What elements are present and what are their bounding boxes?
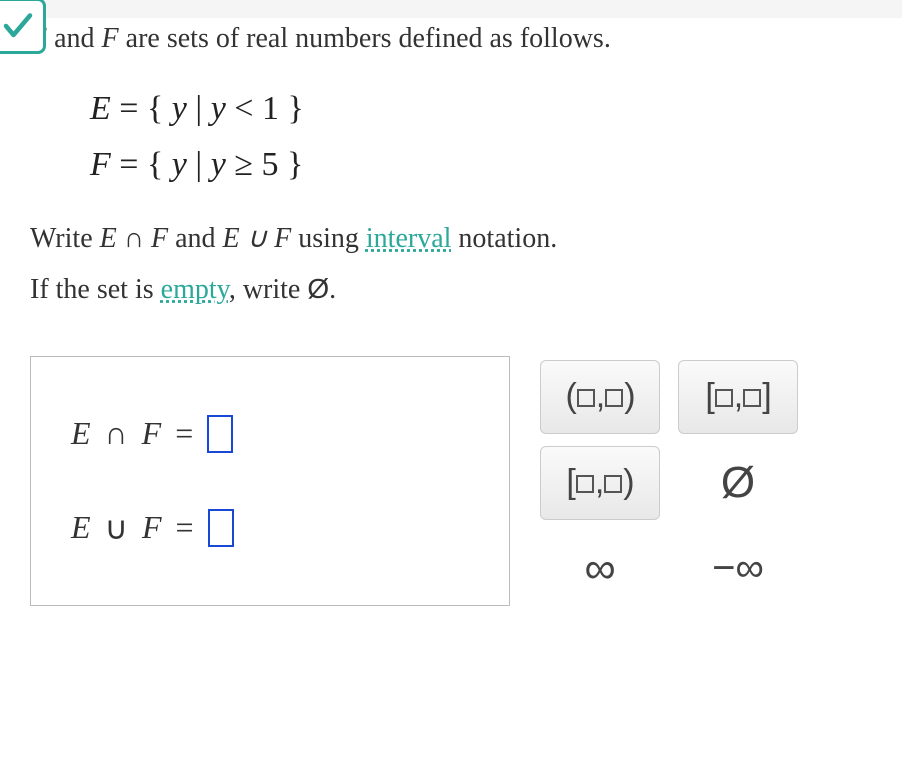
palette-open-open-interval[interactable]: (,) xyxy=(540,360,660,434)
problem-intro: E and F are sets of real numbers defined… xyxy=(30,18,872,60)
check-mark-badge xyxy=(0,0,46,54)
palette-infinity[interactable]: ∞ xyxy=(540,532,660,606)
instr-empty-suffix: , write xyxy=(229,274,308,305)
ans1-E: E xyxy=(71,415,91,452)
set-E-definition: E = { y | y < 1 } xyxy=(90,90,872,128)
instr-and: and xyxy=(168,223,222,254)
instr-period: . xyxy=(329,274,336,305)
expr-intersection: E ∩ F xyxy=(100,223,168,254)
answer-input-intersection[interactable] xyxy=(207,415,233,453)
instr-write: Write xyxy=(30,223,100,254)
answer-box: E ∩ F = E ∪ F = xyxy=(30,356,510,606)
ans2-E: E xyxy=(71,509,91,546)
set-F-definition: F = { y | y ≥ 5 } xyxy=(90,146,872,184)
answer-input-union[interactable] xyxy=(208,509,234,547)
answer-row-intersection: E ∩ F = xyxy=(71,415,469,453)
tool-palette: (,) [,] [,) Ø ∞ −∞ xyxy=(540,356,798,606)
ans1-eq: = xyxy=(175,415,193,452)
instr-notation: notation. xyxy=(451,223,557,254)
instr-using: using xyxy=(291,223,366,254)
ans2-eq: = xyxy=(176,509,194,546)
intro-prefix: and xyxy=(47,23,101,54)
palette-closed-closed-interval[interactable]: [,] xyxy=(678,360,798,434)
ans1-op: ∩ xyxy=(105,415,128,452)
var-F: F xyxy=(102,23,119,54)
answer-row-union: E ∪ F = xyxy=(71,509,469,547)
instr-empty-prefix: If the set is xyxy=(30,274,161,305)
expr-union: E ∪ F xyxy=(223,223,292,254)
palette-closed-open-interval[interactable]: [,) xyxy=(540,446,660,520)
link-interval[interactable]: interval xyxy=(366,223,452,254)
ans2-F: F xyxy=(142,509,162,546)
palette-emptyset[interactable]: Ø xyxy=(678,446,798,520)
instruction-line-1: Write E ∩ F and E ∪ F using interval not… xyxy=(30,214,872,264)
palette-neg-infinity[interactable]: −∞ xyxy=(678,532,798,606)
set-definitions: E = { y | y < 1 } F = { y | y ≥ 5 } xyxy=(90,90,872,184)
ans1-F: F xyxy=(142,415,162,452)
emptyset-symbol: Ø xyxy=(307,273,329,304)
intro-suffix: are sets of real numbers defined as foll… xyxy=(119,23,611,54)
ans2-op: ∪ xyxy=(105,509,128,547)
link-empty[interactable]: empty xyxy=(161,274,229,305)
instruction-line-2: If the set is empty, write Ø. xyxy=(30,264,872,315)
